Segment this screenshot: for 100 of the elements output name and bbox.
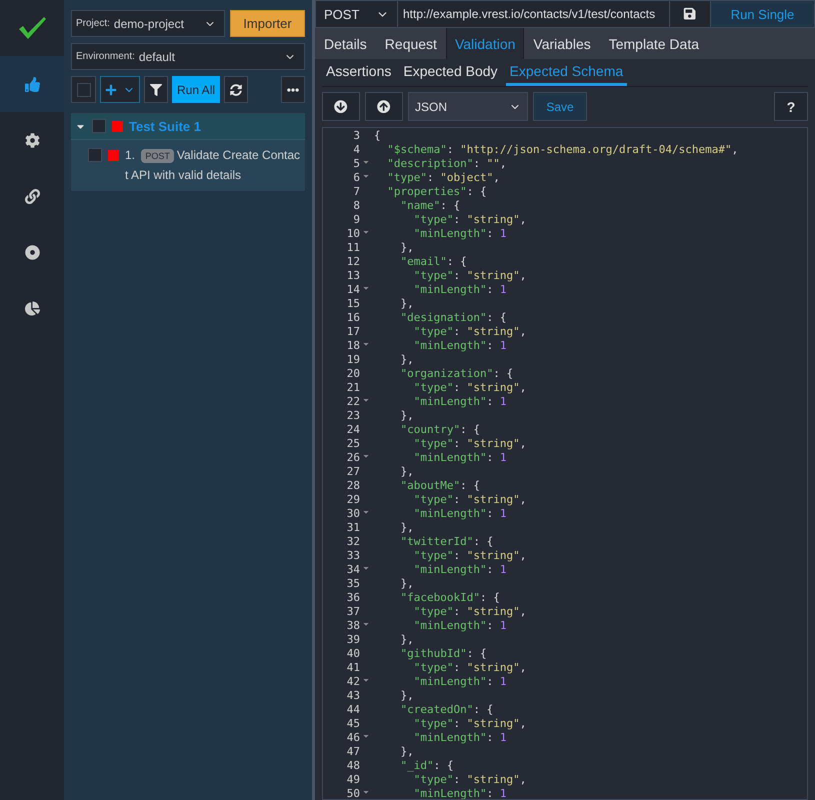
code-line: "type": "string", [412, 269, 526, 283]
code-line: "type": "string", [412, 493, 526, 507]
code-line: "minLength": 1 [412, 339, 506, 353]
help-button[interactable]: ? [774, 92, 808, 121]
format-select[interactable]: JSON [408, 92, 528, 121]
importer-button[interactable]: Importer [230, 10, 305, 37]
environment-label: Environment: [76, 51, 135, 62]
line-number: 47 [346, 745, 360, 759]
line-number: 50 [346, 787, 360, 799]
line-number: 23 [346, 409, 360, 423]
code-line: "name": { [400, 199, 460, 213]
method-select[interactable]: POST [316, 1, 398, 27]
subtab[interactable]: Assertions [322, 59, 396, 86]
download-button[interactable] [322, 92, 360, 121]
environment-select[interactable]: Environment: default [71, 43, 305, 70]
line-number: 37 [346, 605, 360, 619]
line-number: 27 [346, 465, 360, 479]
upload-button[interactable] [365, 92, 403, 121]
subtab[interactable]: Expected Body [399, 59, 502, 86]
code-line: }, [399, 689, 414, 703]
suite-checkbox[interactable] [92, 119, 106, 133]
fold-icon[interactable] [362, 508, 370, 516]
code-line: }, [399, 577, 414, 591]
select-all-checkbox[interactable] [76, 82, 90, 96]
pie-chart-icon[interactable] [24, 300, 40, 316]
line-number: 16 [346, 311, 360, 325]
tab[interactable]: Details [315, 28, 376, 59]
fold-icon[interactable] [362, 284, 370, 292]
code-line: }, [399, 297, 414, 311]
code-line: }, [399, 633, 414, 647]
run-all-button[interactable]: Run All [172, 76, 220, 103]
case-checkbox[interactable] [88, 148, 102, 162]
project-select[interactable]: Project: demo-project [71, 10, 225, 37]
line-number: 44 [346, 703, 360, 717]
line-number: 43 [346, 689, 360, 703]
code-line: }, [399, 353, 414, 367]
line-number: 30 [346, 507, 360, 521]
code-line: "type": "object", [386, 171, 500, 185]
save-button[interactable] [670, 1, 711, 27]
test-case-row[interactable]: 1. POST Validate Create Contact API with valid details [71, 140, 305, 191]
tab[interactable]: Request [376, 28, 446, 59]
suite-name: Test Suite 1 [129, 118, 202, 134]
tab[interactable]: Template Data [600, 28, 708, 59]
tab[interactable]: Validation [446, 28, 524, 59]
fold-icon[interactable] [362, 228, 370, 236]
fold-icon[interactable] [362, 732, 370, 740]
code-line: "minLength": 1 [412, 731, 506, 745]
save-schema-button[interactable]: Save [533, 92, 587, 121]
project-label: Project: [76, 18, 110, 29]
code-editor[interactable] [322, 127, 808, 800]
fold-icon[interactable] [362, 788, 370, 796]
fold-icon[interactable] [362, 676, 370, 684]
fold-icon[interactable] [362, 396, 370, 404]
settings-icon[interactable] [24, 132, 40, 148]
line-number: 29 [346, 493, 360, 507]
code-line: "minLength": 1 [412, 787, 506, 799]
code-line: "_id": { [400, 759, 454, 773]
target-icon[interactable] [24, 244, 40, 260]
code-line: "facebookId": { [400, 591, 500, 605]
code-line: "aboutMe": { [400, 479, 480, 493]
fold-icon[interactable] [362, 340, 370, 348]
line-number: 15 [346, 297, 360, 311]
plus-icon [105, 84, 117, 96]
code-line: "minLength": 1 [412, 395, 506, 409]
download-icon [334, 100, 348, 114]
line-number: 18 [346, 339, 360, 353]
line-number: 28 [346, 479, 360, 493]
refresh-button[interactable] [224, 76, 248, 103]
subtab[interactable]: Expected Schema [506, 59, 628, 86]
method-value: POST [324, 6, 360, 22]
line-number: 17 [346, 325, 360, 339]
line-number: 42 [346, 675, 360, 689]
code-line: "minLength": 1 [412, 563, 506, 577]
line-number: 3 [352, 129, 360, 143]
code-line: "$schema": "http://json-schema.org/draft-04/schema#", [386, 143, 738, 157]
line-number: 38 [346, 619, 360, 633]
tab[interactable]: Variables [524, 28, 600, 59]
url-field[interactable]: http://example.vrest.io/contacts/v1/test/contacts [398, 1, 670, 27]
line-number: 31 [346, 521, 360, 535]
line-number: 9 [352, 213, 360, 227]
line-number: 25 [346, 437, 360, 451]
add-button[interactable] [100, 76, 140, 103]
fold-icon[interactable] [362, 564, 370, 572]
code-line: "type": "string", [412, 661, 526, 675]
code-line: "type": "string", [412, 325, 526, 339]
fold-icon[interactable] [362, 620, 370, 628]
rail-item[interactable] [0, 56, 64, 112]
code-line: }, [399, 409, 414, 423]
filter-button[interactable] [144, 76, 168, 103]
thumbs-up-icon[interactable] [24, 76, 40, 92]
more-button[interactable] [281, 76, 305, 103]
code-line: "type": "string", [412, 605, 526, 619]
run-single-button[interactable]: Run Single [711, 1, 814, 27]
line-number: 14 [346, 283, 360, 297]
line-number: 5 [352, 157, 360, 171]
line-number: 21 [346, 381, 360, 395]
code-line: "type": "string", [412, 437, 526, 451]
fold-icon[interactable] [362, 452, 370, 460]
link-icon[interactable] [24, 188, 40, 204]
line-number: 40 [346, 647, 360, 661]
